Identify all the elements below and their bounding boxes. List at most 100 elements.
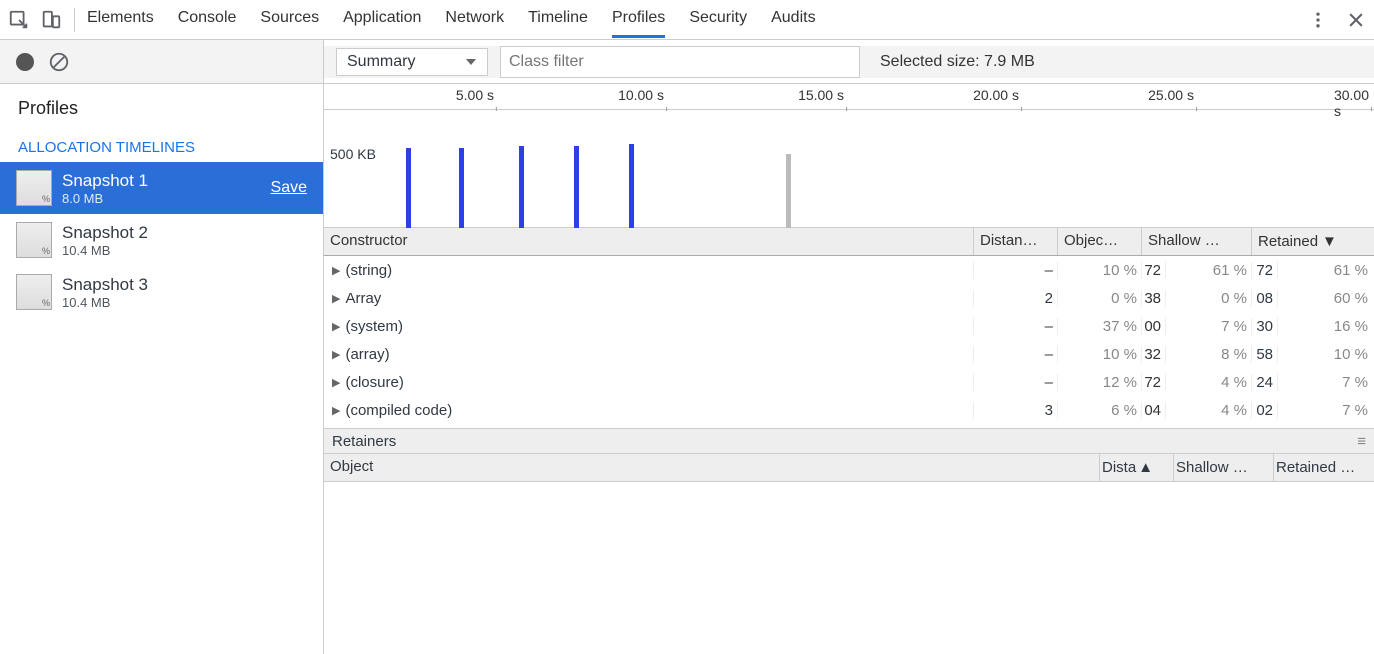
cell-retained: 08 [1252, 290, 1278, 307]
col-retained[interactable]: Retained▼ [1252, 228, 1372, 255]
more-icon[interactable] [1308, 10, 1328, 30]
tab-sources[interactable]: Sources [260, 1, 319, 38]
expand-icon[interactable]: ▶ [332, 376, 340, 389]
cell-shallow-pct: 61 % [1166, 262, 1252, 279]
snapshot-save-link[interactable]: Save [271, 179, 307, 197]
col-distance[interactable]: Distan… [974, 228, 1058, 255]
col-constructor[interactable]: Constructor [324, 228, 974, 255]
retainers-header: Retainers ≡ [324, 428, 1374, 454]
view-select[interactable]: Summary [336, 48, 488, 76]
close-icon[interactable] [1346, 10, 1366, 30]
allocation-bar [786, 154, 791, 228]
timeline-tick: 10.00 s [618, 87, 664, 103]
constructor-row[interactable]: ▶(system)–37 %007 %3016 % [324, 312, 1374, 340]
selected-size-text: Selected size: 7.9 MB [880, 53, 1035, 71]
ret-col-retained[interactable]: Retained … [1274, 454, 1374, 481]
tab-console[interactable]: Console [178, 1, 237, 38]
cell-shallow-pct: 7 % [1166, 318, 1252, 335]
cell-distance: – [974, 262, 1058, 279]
tab-timeline[interactable]: Timeline [528, 1, 588, 38]
cell-objects-pct: 10 % [1058, 262, 1142, 279]
hamburger-icon[interactable]: ≡ [1357, 433, 1366, 450]
allocation-timeline[interactable]: 5.00 s10.00 s15.00 s20.00 s25.00 s30.00 … [324, 84, 1374, 228]
constructor-name: (array) [345, 346, 389, 363]
snapshot-size: 10.4 MB [62, 295, 148, 310]
expand-icon[interactable]: ▶ [332, 320, 340, 333]
cell-retained: 72 [1252, 262, 1278, 279]
cell-shallow: 38 [1142, 290, 1166, 307]
allocation-bar [629, 144, 634, 228]
chevron-down-icon [465, 56, 477, 68]
cell-distance: – [974, 318, 1058, 335]
timeline-tick: 15.00 s [798, 87, 844, 103]
constructor-name: (string) [345, 262, 392, 279]
cell-shallow-pct: 4 % [1166, 374, 1252, 391]
snapshot-thumb-icon [16, 222, 52, 258]
cell-shallow: 00 [1142, 318, 1166, 335]
timeline-y-label: 500 KB [330, 146, 376, 162]
cell-shallow: 04 [1142, 402, 1166, 419]
constructor-name: (system) [345, 318, 403, 335]
expand-icon[interactable]: ▶ [332, 348, 340, 361]
ret-col-distance[interactable]: Dista▲ [1100, 454, 1174, 481]
tab-application[interactable]: Application [343, 1, 421, 38]
record-icon[interactable] [16, 53, 34, 71]
devtools-topbar: Elements Console Sources Application Network… [0, 0, 1374, 40]
view-select-label: Summary [347, 53, 415, 71]
tab-audits[interactable]: Audits [771, 1, 815, 38]
snapshot-name: Snapshot 1 [62, 171, 148, 191]
cell-retained-pct: 7 % [1278, 402, 1372, 419]
cell-objects-pct: 6 % [1058, 402, 1142, 419]
class-filter-input[interactable] [500, 46, 860, 78]
cell-shallow: 72 [1142, 374, 1166, 391]
device-icon[interactable] [40, 9, 62, 31]
timeline-tick: 5.00 s [456, 87, 494, 103]
cell-retained: 24 [1252, 374, 1278, 391]
panel-tabs: Elements Console Sources Application Network… [87, 1, 816, 38]
constructor-row[interactable]: ▶(string)–10 %7261 %7261 % [324, 256, 1374, 284]
allocation-bar [459, 148, 464, 228]
constructors-header: Constructor Distan… Objec… Shallow … Ret… [324, 228, 1374, 256]
profile-toolbar-right: Summary Selected size: 7.9 MB [324, 46, 1374, 78]
cell-retained-pct: 16 % [1278, 318, 1372, 335]
profiles-sidebar: Profiles ALLOCATION TIMELINES Snapshot 1… [0, 84, 324, 654]
cell-distance: 3 [974, 402, 1058, 419]
retainers-body [324, 482, 1374, 654]
snapshot-size: 10.4 MB [62, 243, 148, 258]
constructor-name: (compiled code) [345, 402, 452, 419]
ret-col-shallow[interactable]: Shallow … [1174, 454, 1274, 481]
cell-shallow-pct: 4 % [1166, 402, 1252, 419]
col-shallow[interactable]: Shallow … [1142, 228, 1252, 255]
snapshot-thumb-icon [16, 170, 52, 206]
inspect-icon[interactable] [8, 9, 30, 31]
tab-elements[interactable]: Elements [87, 1, 154, 38]
cell-shallow-pct: 8 % [1166, 346, 1252, 363]
cell-retained: 02 [1252, 402, 1278, 419]
constructor-row[interactable]: ▶(array)–10 %328 %5810 % [324, 340, 1374, 368]
snapshot-item[interactable]: Snapshot 210.4 MB [0, 214, 323, 266]
cell-retained-pct: 61 % [1278, 262, 1372, 279]
constructor-name: Array [345, 290, 381, 307]
cell-retained-pct: 60 % [1278, 290, 1372, 307]
clear-icon[interactable] [48, 51, 70, 73]
sort-icon: ▼ [1322, 233, 1337, 250]
allocation-bar [519, 146, 524, 228]
constructor-row[interactable]: ▶ (compiled code) 36 %044 %027 % [324, 396, 1374, 424]
constructor-row[interactable]: ▶Array20 %380 %0860 % [324, 284, 1374, 312]
constructor-row[interactable]: ▶(closure)–12 %724 %247 % [324, 368, 1374, 396]
ret-col-object[interactable]: Object [324, 454, 1100, 481]
snapshot-item[interactable]: Snapshot 310.4 MB [0, 266, 323, 318]
cell-objects-pct: 10 % [1058, 346, 1142, 363]
col-objects[interactable]: Objec… [1058, 228, 1142, 255]
tab-network[interactable]: Network [445, 1, 504, 38]
snapshot-item[interactable]: Snapshot 18.0 MBSave [0, 162, 323, 214]
tab-security[interactable]: Security [689, 1, 747, 38]
snapshot-thumb-icon [16, 274, 52, 310]
cell-shallow: 72 [1142, 262, 1166, 279]
tab-profiles[interactable]: Profiles [612, 1, 665, 38]
expand-icon[interactable]: ▶ [332, 264, 340, 277]
expand-icon[interactable]: ▶ [332, 404, 340, 417]
expand-icon[interactable]: ▶ [332, 292, 340, 305]
snapshot-name: Snapshot 2 [62, 223, 148, 243]
sidebar-section: ALLOCATION TIMELINES [0, 125, 323, 162]
